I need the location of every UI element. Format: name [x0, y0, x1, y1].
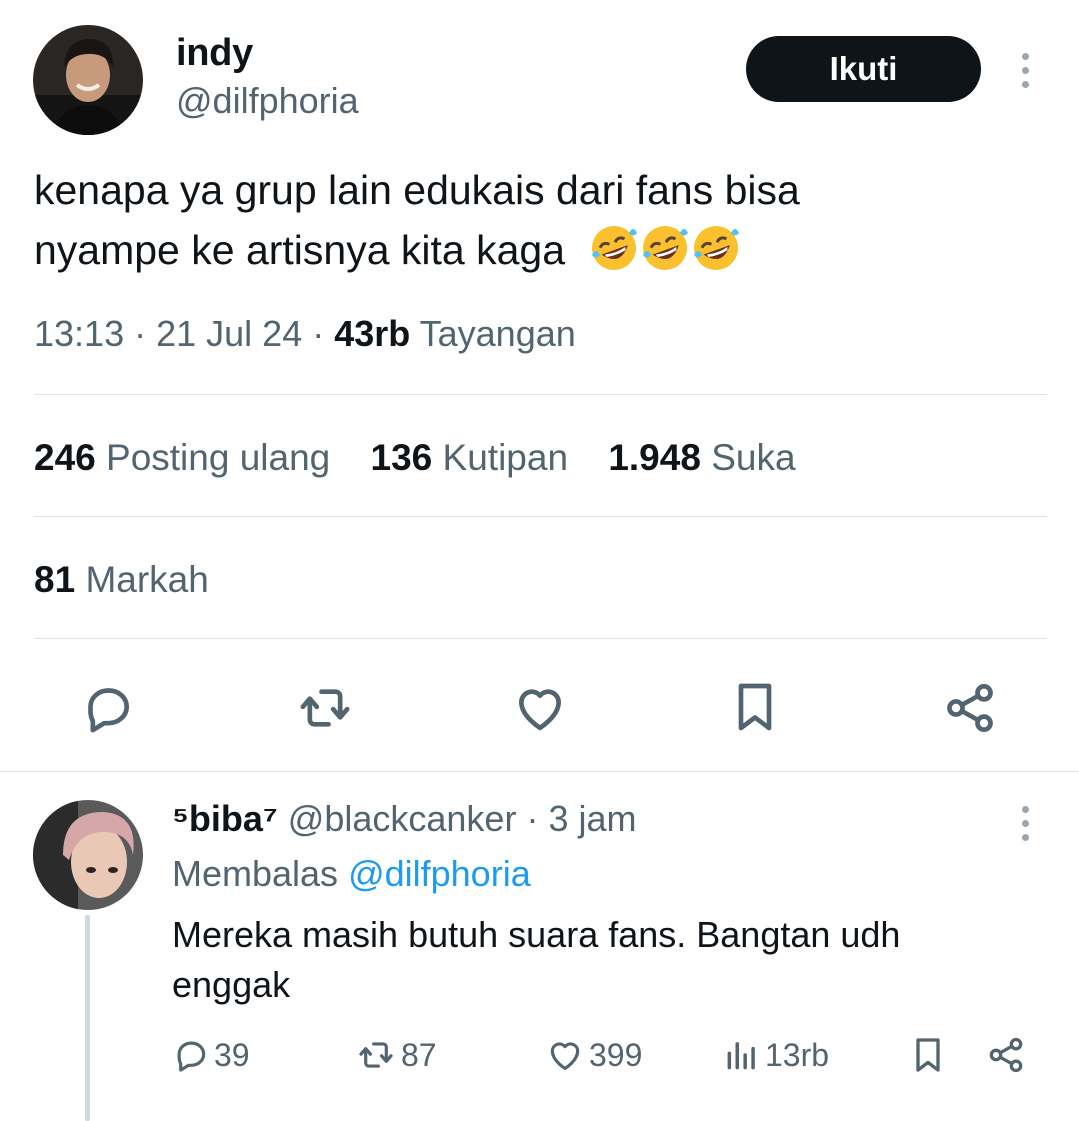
- tweet-date[interactable]: 21 Jul 24: [156, 313, 302, 354]
- reply-icon[interactable]: [80, 680, 136, 741]
- reposts-stat[interactable]: 246 Posting ulang: [34, 437, 330, 478]
- reply-author-handle[interactable]: @blackcanker: [288, 798, 517, 839]
- likes-count: 1.948: [608, 437, 701, 478]
- rofl-emoji-icon: [588, 226, 741, 273]
- reply-like-button[interactable]: 399: [545, 1036, 642, 1074]
- bookmarks-count: 81: [34, 559, 76, 600]
- repost-icon[interactable]: [296, 680, 354, 741]
- author-avatar[interactable]: [33, 25, 143, 135]
- replying-prefix: Membalas: [172, 853, 339, 894]
- tweet-text: kenapa ya grup lain edukais dari fans bi…: [34, 160, 1034, 280]
- reply-time[interactable]: 3 jam: [548, 798, 636, 839]
- reply-text: Mereka masih butuh suara fans. Bangtan u…: [172, 914, 901, 1005]
- share-icon[interactable]: [942, 680, 998, 741]
- replying-mention-link[interactable]: @dilfphoria: [348, 853, 531, 894]
- author-name[interactable]: indy: [176, 32, 253, 75]
- like-icon[interactable]: [512, 680, 568, 741]
- quotes-count: 136: [370, 437, 433, 478]
- bookmarks-label: Markah: [85, 559, 209, 600]
- more-options-icon[interactable]: [1015, 53, 1035, 88]
- reply-author-avatar[interactable]: [33, 800, 143, 910]
- bookmark-icon[interactable]: [727, 678, 783, 741]
- quotes-stat[interactable]: 136 Kutipan: [371, 437, 569, 478]
- reply-replies-button[interactable]: 39: [172, 1036, 250, 1074]
- tweet-text-line-1: kenapa ya grup lain edukais dari fans bi…: [34, 167, 800, 213]
- repost-icon: [359, 1042, 393, 1068]
- tweet-time[interactable]: 13:13: [34, 313, 124, 354]
- author-handle[interactable]: @dilfphoria: [176, 80, 359, 122]
- reposts-label: Posting ulang: [106, 437, 331, 478]
- reply-header: ⁵biba⁷ @blackcanker · 3 jam: [172, 798, 637, 839]
- engagement-stats: 246 Posting ulang 136 Kutipan 1.948 Suka: [34, 437, 826, 479]
- divider: [34, 516, 1047, 517]
- replying-to: Membalas @dilfphoria: [172, 853, 531, 895]
- divider: [34, 638, 1047, 639]
- reply-views-button[interactable]: 13rb: [723, 1036, 829, 1074]
- section-divider: [0, 771, 1079, 772]
- reply-more-options-icon[interactable]: [1015, 806, 1035, 841]
- reply-repost-button[interactable]: 87: [355, 1036, 437, 1074]
- bookmarks-stat[interactable]: 81 Markah: [34, 559, 209, 601]
- tweet-text-line-2: nyampe ke artisnya kita kaga: [34, 227, 565, 273]
- reply-author-name[interactable]: ⁵biba⁷: [172, 798, 278, 839]
- reply-icon: [177, 1041, 206, 1072]
- follow-button[interactable]: Ikuti: [746, 36, 981, 102]
- quotes-label: Kutipan: [442, 437, 569, 478]
- reposts-count: 246: [34, 437, 96, 478]
- divider: [34, 394, 1047, 395]
- reply-share-icon[interactable]: [985, 1035, 1027, 1075]
- tweet-meta: 13:13 · 21 Jul 24 · 43rb Tayangan: [34, 313, 576, 354]
- likes-label: Suka: [711, 437, 796, 478]
- thread-line: [85, 915, 90, 1121]
- likes-stat[interactable]: 1.948 Suka: [608, 437, 795, 478]
- like-icon: [550, 1042, 580, 1071]
- reply-views-count: 13rb: [765, 1036, 830, 1073]
- views-icon: [727, 1042, 755, 1070]
- reply-replies-count: 39: [214, 1036, 250, 1073]
- views-label: Tayangan: [419, 313, 576, 354]
- reply-bookmark-icon[interactable]: [908, 1034, 948, 1076]
- reply-reposts-count: 87: [401, 1036, 437, 1073]
- views-count: 43rb: [334, 313, 411, 354]
- reply-likes-count: 399: [589, 1036, 643, 1073]
